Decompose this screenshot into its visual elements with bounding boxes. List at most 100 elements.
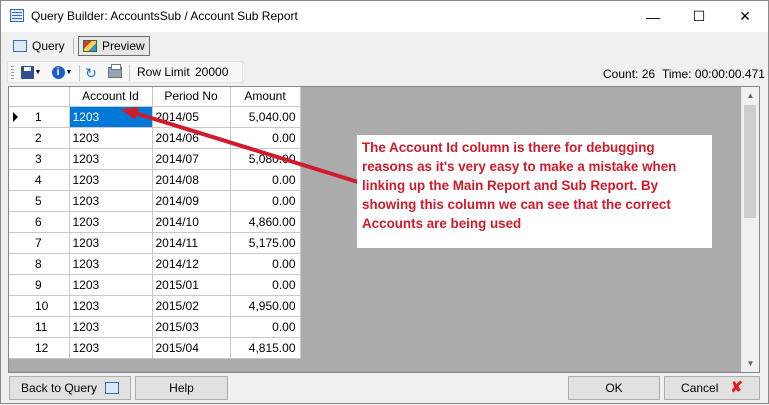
row-number[interactable]: 3 bbox=[9, 148, 70, 170]
cell-account-id-value: 1203 bbox=[72, 151, 100, 166]
toolbar-separator bbox=[129, 65, 130, 81]
table-row[interactable]: 6 1203 2014/10 4,860.00 bbox=[9, 211, 301, 233]
cell-account-id[interactable]: 1203 bbox=[69, 232, 153, 254]
cell-period-no[interactable]: 2015/03 bbox=[152, 316, 231, 338]
row-number[interactable]: 9 bbox=[9, 274, 70, 296]
cell-account-id[interactable]: 1203 bbox=[69, 148, 153, 170]
help-button[interactable]: Help bbox=[135, 376, 228, 400]
maximize-button[interactable]: ☐ bbox=[676, 1, 722, 32]
row-number[interactable]: 7 bbox=[9, 232, 70, 254]
print-button[interactable] bbox=[107, 64, 123, 80]
cell-period-no[interactable]: 2014/11 bbox=[152, 232, 231, 254]
query-icon bbox=[105, 382, 120, 394]
cell-account-id[interactable]: 1203 bbox=[69, 253, 153, 275]
table-row[interactable]: 5 1203 2014/09 0.00 bbox=[9, 190, 301, 212]
minimize-button[interactable]: — bbox=[630, 1, 676, 32]
row-number-value: 4 bbox=[35, 172, 42, 187]
cell-period-no-value: 2014/12 bbox=[155, 256, 199, 271]
tab-query[interactable]: Query bbox=[9, 36, 69, 56]
close-button[interactable]: ✕ bbox=[722, 1, 768, 32]
cell-period-no[interactable]: 2014/12 bbox=[152, 253, 231, 275]
row-number-value: 6 bbox=[35, 214, 42, 229]
cell-period-no[interactable]: 2014/06 bbox=[152, 127, 231, 149]
table-row[interactable]: 7 1203 2014/11 5,175.00 bbox=[9, 232, 301, 254]
table-row[interactable]: 1 1203 2014/05 5,040.00 bbox=[9, 106, 301, 128]
row-header-corner[interactable] bbox=[9, 87, 70, 107]
cell-period-no[interactable]: 2015/01 bbox=[152, 274, 231, 296]
row-number[interactable]: 1 bbox=[9, 106, 70, 128]
row-number-value: 12 bbox=[35, 340, 49, 355]
table-row[interactable]: 8 1203 2014/12 0.00 bbox=[9, 253, 301, 275]
cell-period-no[interactable]: 2014/07 bbox=[152, 148, 231, 170]
back-to-query-button[interactable]: Back to Query bbox=[9, 376, 131, 400]
cell-account-id[interactable]: 1203 bbox=[69, 169, 153, 191]
row-number-value: 3 bbox=[35, 151, 42, 166]
cell-amount[interactable]: 5,080.00 bbox=[230, 148, 301, 170]
column-header-period-no[interactable]: Period No bbox=[152, 87, 231, 107]
table-row[interactable]: 11 1203 2015/03 0.00 bbox=[9, 316, 301, 338]
cancel-x-icon: ✘ bbox=[730, 379, 743, 396]
cell-amount-value: 5,175.00 bbox=[248, 235, 296, 250]
row-limit-value[interactable]: 20000 bbox=[195, 65, 228, 79]
column-header-amount[interactable]: Amount bbox=[230, 87, 301, 107]
grid-body: 1 1203 2014/05 5,040.00 2 1203 2014/06 0.00 3 120… bbox=[9, 106, 301, 359]
table-row[interactable]: 12 1203 2015/04 4,815.00 bbox=[9, 337, 301, 359]
row-number[interactable]: 5 bbox=[9, 190, 70, 212]
table-row[interactable]: 10 1203 2015/02 4,950.00 bbox=[9, 295, 301, 317]
cell-amount[interactable]: 0.00 bbox=[230, 169, 301, 191]
save-button[interactable]: ▼ bbox=[18, 65, 44, 80]
cell-period-no[interactable]: 2014/05 bbox=[152, 106, 231, 128]
cell-period-no[interactable]: 2015/04 bbox=[152, 337, 231, 359]
row-number[interactable]: 8 bbox=[9, 253, 70, 275]
scrollbar-thumb[interactable] bbox=[744, 105, 756, 218]
cell-amount[interactable]: 5,040.00 bbox=[230, 106, 301, 128]
table-row[interactable]: 2 1203 2014/06 0.00 bbox=[9, 127, 301, 149]
cell-period-no[interactable]: 2015/02 bbox=[152, 295, 231, 317]
table-row[interactable]: 9 1203 2015/01 0.00 bbox=[9, 274, 301, 296]
cell-amount[interactable]: 4,815.00 bbox=[230, 337, 301, 359]
cell-amount[interactable]: 0.00 bbox=[230, 190, 301, 212]
info-button[interactable]: i ▼ bbox=[49, 65, 75, 80]
scroll-up-icon[interactable]: ▲ bbox=[742, 87, 759, 104]
cell-amount[interactable]: 5,175.00 bbox=[230, 232, 301, 254]
row-number[interactable]: 12 bbox=[9, 337, 70, 359]
scroll-down-icon[interactable]: ▼ bbox=[742, 355, 759, 372]
cell-amount[interactable]: 0.00 bbox=[230, 127, 301, 149]
print-icon bbox=[108, 64, 122, 78]
cell-amount[interactable]: 0.00 bbox=[230, 253, 301, 275]
cell-period-no-value: 2014/10 bbox=[155, 214, 199, 229]
tab-preview[interactable]: Preview bbox=[78, 36, 150, 56]
row-number[interactable]: 2 bbox=[9, 127, 70, 149]
row-number[interactable]: 6 bbox=[9, 211, 70, 233]
cancel-button[interactable]: Cancel ✘ bbox=[664, 376, 760, 400]
table-row[interactable]: 3 1203 2014/07 5,080.00 bbox=[9, 148, 301, 170]
row-number[interactable]: 4 bbox=[9, 169, 70, 191]
cell-account-id[interactable]: 1203 bbox=[69, 106, 153, 128]
refresh-button[interactable]: ↻ bbox=[83, 65, 99, 80]
cell-account-id[interactable]: 1203 bbox=[69, 295, 153, 317]
row-number-value: 2 bbox=[35, 130, 42, 145]
cell-account-id[interactable]: 1203 bbox=[69, 274, 153, 296]
cell-account-id[interactable]: 1203 bbox=[69, 127, 153, 149]
cell-amount[interactable]: 0.00 bbox=[230, 316, 301, 338]
cell-amount[interactable]: 0.00 bbox=[230, 274, 301, 296]
cell-account-id[interactable]: 1203 bbox=[69, 211, 153, 233]
cell-amount[interactable]: 4,860.00 bbox=[230, 211, 301, 233]
cell-period-no[interactable]: 2014/09 bbox=[152, 190, 231, 212]
vertical-scrollbar[interactable]: ▲ ▼ bbox=[741, 87, 759, 372]
cell-account-id[interactable]: 1203 bbox=[69, 190, 153, 212]
cell-amount[interactable]: 4,950.00 bbox=[230, 295, 301, 317]
cell-period-no-value: 2015/02 bbox=[155, 298, 199, 313]
table-row[interactable]: 4 1203 2014/08 0.00 bbox=[9, 169, 301, 191]
ok-button[interactable]: OK bbox=[568, 376, 660, 400]
button-bar: Back to Query Help OK Cancel ✘ bbox=[1, 374, 768, 403]
row-number[interactable]: 10 bbox=[9, 295, 70, 317]
cell-period-no[interactable]: 2014/08 bbox=[152, 169, 231, 191]
cell-amount-value: 4,860.00 bbox=[248, 214, 296, 229]
cell-account-id[interactable]: 1203 bbox=[69, 337, 153, 359]
toolbar-grip-icon[interactable] bbox=[11, 66, 14, 79]
row-number[interactable]: 11 bbox=[9, 316, 70, 338]
column-header-account-id[interactable]: Account Id bbox=[69, 87, 153, 107]
cell-period-no[interactable]: 2014/10 bbox=[152, 211, 231, 233]
cell-account-id[interactable]: 1203 bbox=[69, 316, 153, 338]
